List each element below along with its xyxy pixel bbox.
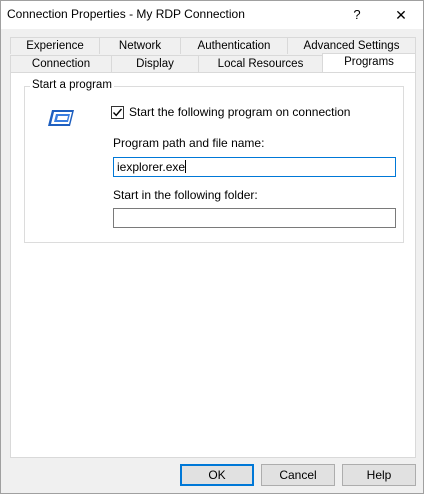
group-label: Start a program: [30, 79, 114, 91]
start-program-group: Start a program Start the following prog…: [24, 79, 404, 243]
tab-connection[interactable]: Connection: [10, 55, 112, 72]
program-path-label: Program path and file name:: [113, 136, 265, 150]
start-folder-input[interactable]: [113, 208, 396, 228]
ok-button[interactable]: OK: [180, 464, 254, 486]
dialog-window: Connection Properties - My RDP Connectio…: [0, 0, 424, 494]
cancel-button[interactable]: Cancel: [261, 464, 335, 486]
start-program-checkbox[interactable]: [111, 106, 124, 119]
program-path-value: iexplorer.exe: [117, 160, 186, 174]
program-window-icon: [47, 108, 75, 128]
tab-authentication[interactable]: Authentication: [180, 37, 288, 54]
title-bar[interactable]: Connection Properties - My RDP Connectio…: [1, 1, 423, 29]
tab-panel-programs: Start a program Start the following prog…: [10, 72, 416, 458]
text-caret: [185, 160, 187, 173]
tab-local-resources[interactable]: Local Resources: [198, 55, 323, 72]
start-program-checkbox-label[interactable]: Start the following program on connectio…: [129, 105, 350, 119]
close-icon[interactable]: ✕: [379, 1, 423, 29]
tab-experience[interactable]: Experience: [10, 37, 100, 54]
tab-network[interactable]: Network: [99, 37, 181, 54]
help-button[interactable]: Help: [342, 464, 416, 486]
tab-display[interactable]: Display: [111, 55, 199, 72]
tab-programs[interactable]: Programs: [322, 53, 416, 72]
window-title: Connection Properties - My RDP Connectio…: [7, 7, 245, 21]
program-path-input[interactable]: iexplorer.exe: [113, 157, 396, 177]
tab-advanced-settings[interactable]: Advanced Settings: [287, 37, 416, 54]
start-folder-label: Start in the following folder:: [113, 188, 258, 202]
help-icon[interactable]: ?: [339, 1, 375, 29]
